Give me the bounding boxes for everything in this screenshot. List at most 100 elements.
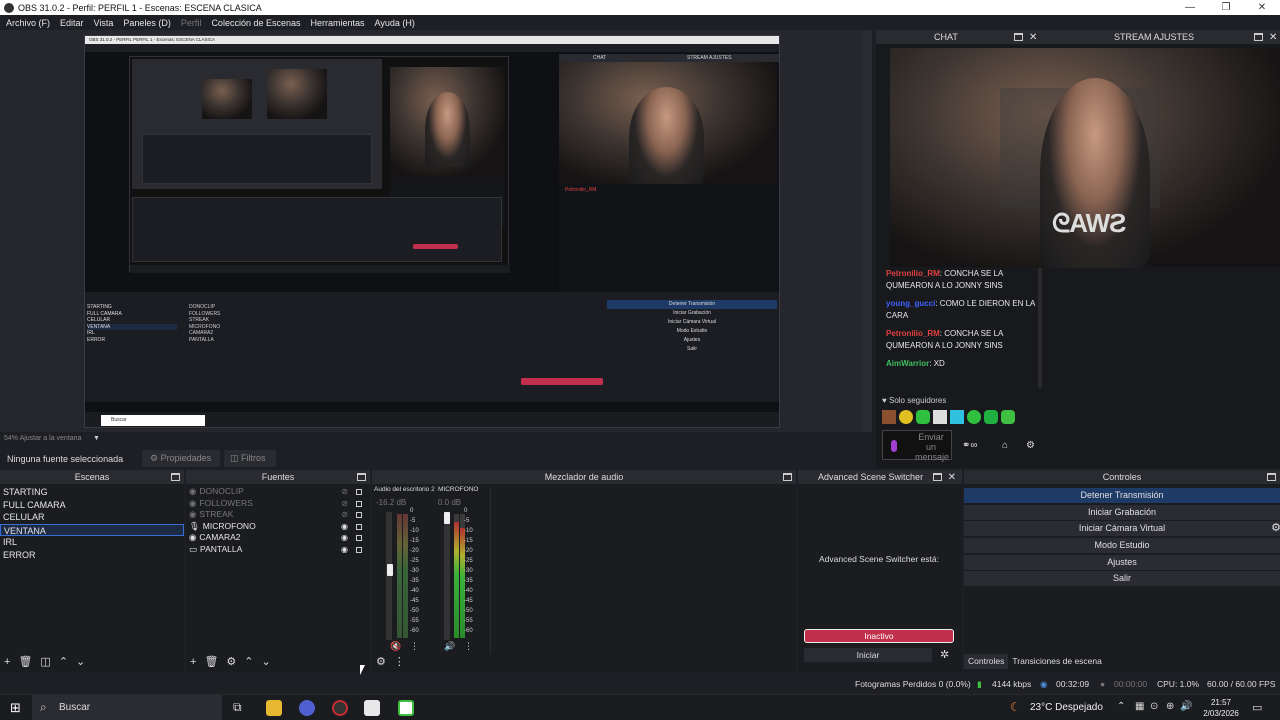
zoom-dropdown-icon[interactable]: ▼ — [93, 435, 100, 442]
source-item-microfono[interactable]: 🎙 MICROFONO ◉ — [189, 521, 370, 533]
notes-taskbar-icon[interactable] — [398, 700, 414, 716]
clock[interactable]: 21:57 2/03/2026 — [1200, 697, 1242, 719]
source-item-donoclip[interactable]: ◉ DONOCLIP ⊘ — [189, 486, 370, 498]
chat-send-input[interactable]: Enviar un mensaje — [882, 430, 952, 462]
tab-controles[interactable]: Controles — [964, 654, 1009, 669]
move-up-icon[interactable]: ⌃ — [59, 655, 68, 668]
app-taskbar-icon[interactable] — [364, 700, 380, 716]
emote-icon[interactable] — [950, 410, 964, 424]
stream-close-icon[interactable]: ✕ — [1269, 31, 1277, 45]
tray-network-icon[interactable]: ▦ — [1135, 701, 1144, 712]
lock-icon[interactable] — [356, 535, 362, 541]
scene-item-celular[interactable]: CELULAR — [0, 511, 184, 524]
source-item-followers[interactable]: ◉ FOLLOWERS ⊘ — [189, 498, 370, 510]
preview-canvas[interactable]: OBS 31.0.2 - PERFIL PERFIL 1 - Escenas: … — [84, 35, 780, 428]
obs-taskbar-icon[interactable] — [332, 700, 348, 716]
task-view-icon[interactable]: ⧉ — [233, 700, 242, 715]
chat-undock-icon[interactable] — [1014, 33, 1023, 41]
lock-icon[interactable] — [356, 523, 362, 530]
filters-button[interactable]: ◫ Filtros — [224, 450, 276, 467]
add-source-icon[interactable]: + — [190, 656, 196, 668]
scene-item-ventana[interactable]: VENTANA — [0, 523, 184, 536]
exit-button[interactable]: Salir — [964, 571, 1280, 587]
source-properties-icon[interactable]: ⚙ — [226, 655, 236, 668]
chat-settings-icon[interactable]: ⚙ — [1026, 440, 1035, 451]
emote-icon[interactable] — [899, 410, 913, 424]
move-down-icon[interactable]: ⌄ — [262, 655, 271, 668]
channel-menu-icon[interactable]: ⋮ — [410, 641, 419, 652]
volume-fader-track[interactable] — [444, 512, 450, 640]
controls-undock-icon[interactable] — [1267, 473, 1276, 481]
volume-icon[interactable]: 🔊 — [1180, 701, 1192, 712]
volume-fader-track[interactable] — [386, 512, 392, 640]
tab-transiciones[interactable]: Transiciones de escena — [1008, 654, 1105, 669]
properties-button[interactable]: ⚙ Propiedades — [142, 450, 220, 467]
stop-streaming-button[interactable]: Detener Transmisión — [964, 488, 1280, 503]
chat-shop-icon[interactable]: ⌂ — [1002, 440, 1008, 451]
studio-mode-button[interactable]: Modo Estudio — [964, 538, 1280, 554]
remove-scene-icon[interactable]: 🗑 — [18, 655, 32, 668]
switcher-undock-icon[interactable] — [933, 473, 942, 481]
close-button[interactable]: ✕ — [1244, 0, 1280, 15]
emote-icon[interactable] — [933, 410, 947, 424]
muted-speaker-icon[interactable]: 🔇 — [390, 641, 401, 652]
emote-icon[interactable] — [916, 410, 930, 424]
tray-device-icon[interactable]: ⊕ — [1166, 701, 1174, 712]
menu-perfil[interactable]: Perfil — [181, 18, 202, 28]
switcher-tools-icon[interactable]: ✲ — [940, 648, 949, 661]
preview-scrollbar[interactable] — [862, 30, 872, 432]
move-down-icon[interactable]: ⌄ — [76, 655, 85, 668]
chat-scrollbar[interactable] — [1038, 268, 1042, 388]
speaker-icon[interactable]: 🔊 — [444, 641, 455, 652]
source-item-pantalla[interactable]: ▭ PANTALLA ◉ — [189, 544, 370, 556]
lock-icon[interactable] — [356, 546, 362, 553]
notification-icon[interactable]: ▭ — [1252, 701, 1262, 714]
lock-icon[interactable] — [356, 489, 362, 495]
emote-icon[interactable] — [882, 410, 896, 424]
settings-button[interactable]: Ajustes — [964, 554, 1280, 570]
menu-herramientas[interactable]: Herramientas — [311, 18, 365, 28]
scene-filters-icon[interactable]: ◫ — [40, 655, 50, 668]
emote-icon[interactable] — [967, 410, 981, 424]
menu-archivo[interactable]: Archivo (F) — [6, 18, 50, 28]
channel-menu-icon[interactable]: ⋮ — [464, 641, 473, 652]
mixer-menu-icon[interactable]: ⋮ — [394, 655, 405, 668]
switcher-start-button[interactable]: Iniciar — [804, 648, 932, 662]
windows-start-icon[interactable]: ⊞ — [10, 700, 21, 716]
scene-item-starting[interactable]: STARTING — [0, 486, 184, 499]
sources-undock-icon[interactable] — [357, 473, 366, 481]
move-up-icon[interactable]: ⌃ — [244, 655, 253, 668]
volume-fader-handle[interactable] — [444, 512, 450, 524]
lock-icon[interactable] — [356, 500, 362, 507]
taskbar-search[interactable]: ⌕ Buscar — [32, 695, 222, 720]
menu-editar[interactable]: Editar — [60, 18, 84, 28]
remove-source-icon[interactable]: 🗑 — [204, 655, 218, 668]
maximize-button[interactable]: ❐ — [1208, 0, 1244, 15]
mixer-undock-icon[interactable] — [783, 473, 792, 481]
source-item-camara2[interactable]: ◉ CAMARA2 ◉ — [189, 532, 370, 544]
eye-icon[interactable]: ◉ — [341, 532, 348, 544]
scene-item-error[interactable]: ERROR — [0, 549, 184, 562]
start-recording-button[interactable]: Iniciar Grabación — [964, 504, 1280, 520]
menu-vista[interactable]: Vista — [94, 18, 114, 28]
discord-icon[interactable] — [299, 700, 315, 716]
chat-users-icon[interactable]: ⚭∞ — [962, 440, 978, 451]
emote-icon[interactable] — [984, 410, 998, 424]
eye-icon[interactable]: ◉ — [341, 544, 348, 556]
file-explorer-icon[interactable] — [266, 700, 282, 716]
menu-paneles[interactable]: Paneles (D) — [123, 18, 171, 28]
eye-hidden-icon[interactable]: ⊘ — [341, 509, 348, 521]
source-item-streak[interactable]: ◉ STREAK ⊘ — [189, 509, 370, 521]
virtual-camera-settings-icon[interactable]: ⚙ — [1271, 521, 1280, 536]
minimize-button[interactable]: — — [1172, 0, 1208, 15]
stream-undock-icon[interactable] — [1254, 33, 1263, 41]
mixer-settings-icon[interactable]: ⚙ — [376, 655, 386, 668]
menu-ayuda[interactable]: Ayuda (H) — [375, 18, 415, 28]
add-scene-icon[interactable]: + — [4, 656, 10, 668]
tray-app-icon[interactable]: ⊙ — [1150, 701, 1158, 712]
menu-coleccion[interactable]: Colección de Escenas — [211, 18, 300, 28]
zoom-label[interactable]: 54% Ajustar a la ventana — [4, 435, 81, 442]
eye-hidden-icon[interactable]: ⊘ — [341, 498, 348, 510]
scenes-undock-icon[interactable] — [171, 473, 180, 481]
eye-hidden-icon[interactable]: ⊘ — [341, 486, 348, 498]
